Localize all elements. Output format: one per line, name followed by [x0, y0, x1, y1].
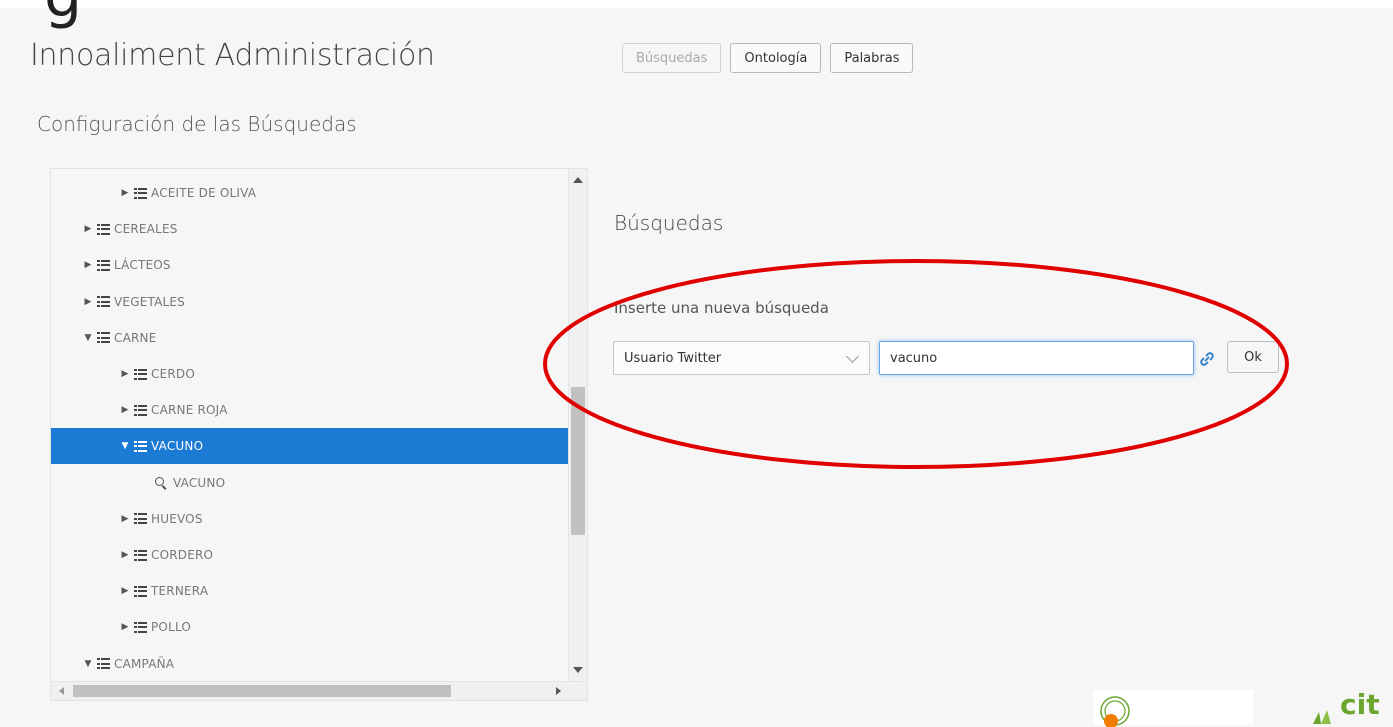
tree-item[interactable]: ▼ CARNE	[51, 320, 569, 356]
caret-down-icon[interactable]: ▼	[83, 659, 93, 669]
list-icon	[97, 658, 110, 670]
scroll-thumb[interactable]	[571, 387, 585, 535]
tree-item[interactable]: ▶ CORDERO	[51, 537, 569, 573]
tree-item-label: LÁCTEOS	[114, 258, 171, 273]
tree-item[interactable]: ▶ LÁCTEOS	[51, 247, 569, 283]
chevron-down-icon	[846, 350, 859, 363]
tree-item-label: VACUNO	[151, 439, 204, 454]
tree-item[interactable]: ▶ HUEVOS	[51, 501, 569, 537]
caret-right-icon[interactable]: ▶	[120, 405, 130, 415]
list-icon	[134, 404, 147, 416]
search-type-value: Usuario Twitter	[624, 350, 722, 366]
caret-right-icon[interactable]: ▶	[120, 586, 130, 596]
tree-item[interactable]: VACUNO	[51, 465, 569, 501]
tree-item-label: VACUNO	[173, 475, 226, 490]
tree-item[interactable]: ▶ CERDO	[51, 356, 569, 392]
caret-right-icon[interactable]: ▶	[120, 622, 130, 632]
ok-button[interactable]: Ok	[1227, 341, 1279, 373]
cit-logo-text: cit	[1340, 688, 1380, 721]
partner-logo-icon	[1100, 696, 1130, 727]
tree-vertical-scrollbar[interactable]	[568, 169, 587, 681]
tree-item-label: VEGETALES	[114, 294, 185, 309]
tree-item[interactable]: ▶ ACEITE DE OLIVA	[51, 175, 569, 211]
tree-item-label: CORDERO	[151, 548, 214, 562]
search-term-input[interactable]	[879, 341, 1194, 375]
tree-item[interactable]: ▶ CARNE ROJA	[51, 392, 569, 428]
panel-title: Búsquedas	[614, 211, 724, 235]
tree-item-label: CARNE ROJA	[151, 403, 228, 418]
tree-item-label: CAMPAÑA	[114, 656, 175, 671]
tree-item[interactable]: ▶ TERNERA	[51, 573, 569, 609]
tree-horizontal-scrollbar[interactable]	[51, 681, 587, 700]
search-icon	[155, 476, 167, 489]
list-icon	[97, 259, 110, 271]
nav-palabras-button[interactable]: Palabras	[830, 43, 914, 73]
section-title: Configuración de las Búsquedas	[37, 112, 357, 136]
caret-right-icon[interactable]: ▶	[120, 369, 130, 379]
search-type-select[interactable]: Usuario Twitter	[613, 341, 870, 375]
top-strip	[0, 0, 1393, 8]
nav-busquedas-button[interactable]: Búsquedas	[622, 43, 722, 73]
app-title: Innoaliment Administración	[30, 38, 435, 73]
cropped-slide-title: g	[44, 0, 82, 26]
list-icon	[134, 585, 147, 597]
caret-right-icon[interactable]: ▶	[83, 224, 93, 234]
caret-right-icon[interactable]: ▶	[120, 514, 130, 524]
tree-item-label: TERNERA	[151, 584, 209, 599]
list-icon	[97, 223, 110, 235]
list-icon	[134, 621, 147, 633]
list-icon	[134, 549, 147, 561]
caret-right-icon[interactable]: ▶	[120, 188, 130, 198]
scroll-down-icon[interactable]	[573, 667, 583, 673]
tree-item-label: POLLO	[151, 620, 192, 635]
tree-item[interactable]: ▼ VACUNO	[51, 428, 569, 465]
scroll-up-icon[interactable]	[573, 177, 583, 183]
caret-down-icon[interactable]: ▼	[83, 333, 93, 343]
tree-item[interactable]: ▶ VEGETALES	[51, 284, 569, 320]
list-icon	[134, 513, 147, 525]
list-icon	[134, 440, 147, 452]
tree-item[interactable]: ▶ POLLO	[51, 609, 569, 645]
caret-right-icon[interactable]: ▶	[83, 260, 93, 270]
caret-right-icon[interactable]: ▶	[120, 550, 130, 560]
cit-logo-mark-icon	[1313, 710, 1331, 724]
link-icon[interactable]	[1199, 351, 1215, 367]
tree-item-label: CARNE	[114, 330, 157, 345]
scroll-right-icon[interactable]	[556, 687, 561, 695]
top-nav: Búsquedas Ontología Palabras	[622, 43, 914, 73]
list-icon	[134, 368, 147, 380]
list-icon	[134, 187, 147, 199]
scroll-thumb-horizontal[interactable]	[73, 685, 451, 697]
list-icon	[97, 332, 110, 344]
new-search-label: Inserte una nueva búsqueda	[614, 299, 829, 317]
tree-item[interactable]: ▼ CAMPAÑA	[51, 646, 569, 682]
tree-item[interactable]: ▶ CEREALES	[51, 211, 569, 247]
list-icon	[97, 296, 110, 308]
nav-ontologia-button[interactable]: Ontología	[730, 43, 822, 73]
tree-item-label: HUEVOS	[151, 511, 203, 526]
tree-item-label: CEREALES	[114, 222, 178, 237]
caret-down-icon[interactable]: ▼	[120, 441, 130, 451]
tree-item-label: ACEITE DE OLIVA	[151, 186, 257, 200]
scroll-left-icon[interactable]	[59, 687, 64, 695]
tree-item-label: CERDO	[151, 367, 195, 381]
category-tree: ▶ ACEITE DE OLIVA ▶ CEREALES ▶ LÁCTEOS ▶ VEGETA…	[50, 168, 588, 701]
caret-right-icon[interactable]: ▶	[83, 297, 93, 307]
